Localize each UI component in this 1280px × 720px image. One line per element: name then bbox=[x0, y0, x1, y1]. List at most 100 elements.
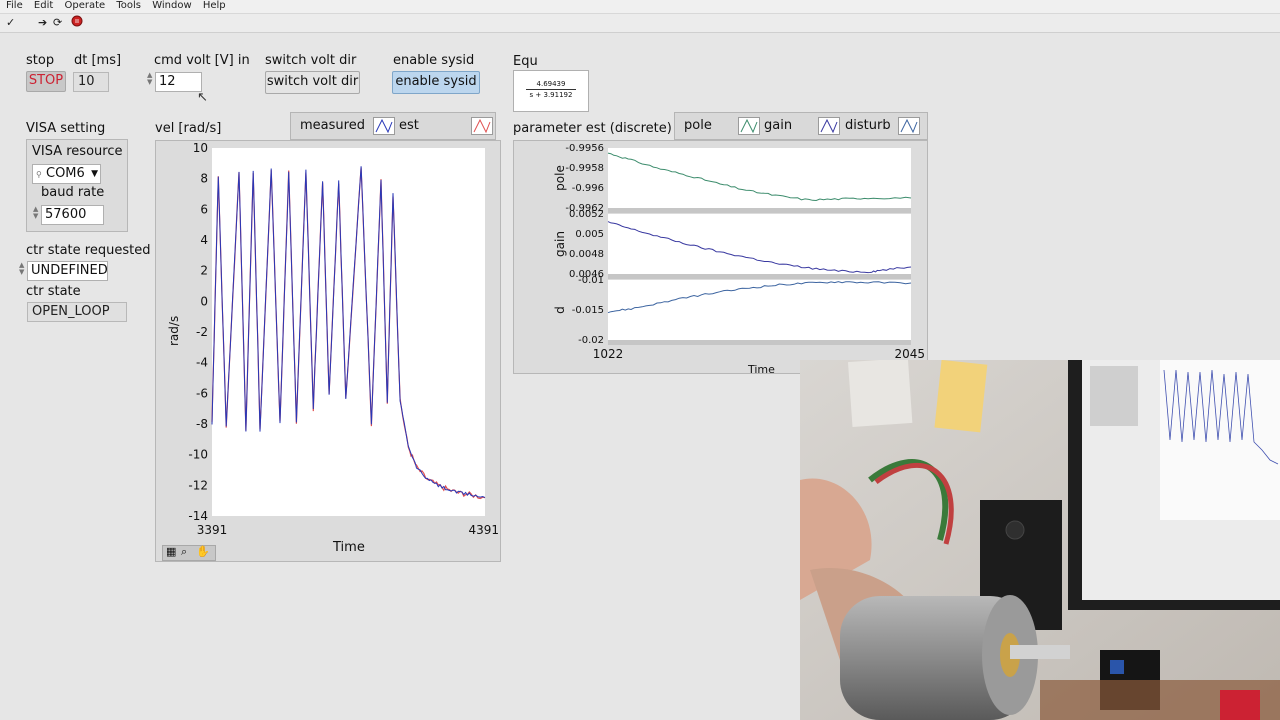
param-y-tick-label: -0.9958 bbox=[565, 163, 604, 174]
legend-pole-label: pole bbox=[684, 118, 712, 133]
ctr-state-label: ctr state bbox=[26, 284, 81, 299]
vel-y-tick-label: -10 bbox=[188, 448, 208, 462]
param-y-tick-label: -0.01 bbox=[578, 275, 604, 286]
zoom-icon[interactable]: ▦ bbox=[166, 545, 176, 558]
param-y-tick-label: 0.005 bbox=[575, 229, 604, 240]
vel-y-tick-label: -2 bbox=[196, 325, 208, 339]
legend-est-swatch-icon[interactable] bbox=[471, 117, 493, 135]
stop-label: stop bbox=[26, 53, 55, 68]
webcam-overlay bbox=[800, 360, 1280, 720]
abort-icon[interactable] bbox=[71, 15, 83, 30]
legend-est-label: est bbox=[399, 118, 419, 133]
param-x-tick-label: 2045 bbox=[894, 347, 925, 361]
param-y-tick-label: 0.0052 bbox=[569, 209, 604, 220]
dt-indicator: 10 bbox=[73, 72, 109, 92]
menu-file[interactable]: File bbox=[6, 0, 23, 12]
param-ylabel-pole: pole bbox=[553, 165, 567, 191]
legend-measured-label: measured bbox=[300, 118, 365, 133]
enable-sysid-button[interactable]: enable sysid bbox=[392, 71, 480, 94]
legend-gain-label: gain bbox=[764, 118, 793, 133]
visa-setting-cluster: VISA resource ⚲ COM6 ▼ baud rate ▲ ▼ 5760… bbox=[26, 139, 128, 232]
ctr-state-requested-input[interactable]: UNDEFINED bbox=[27, 261, 108, 281]
menu-window[interactable]: Window bbox=[152, 0, 191, 12]
param-xlabel: Time bbox=[748, 363, 775, 376]
ctr-state-requested-label: ctr state requested bbox=[26, 243, 151, 258]
toolbar: ✓ ➔ ⟳ bbox=[0, 14, 1280, 33]
param-legend: pole gain disturb bbox=[674, 112, 928, 140]
vel-y-tick-label: 10 bbox=[193, 141, 208, 155]
cmd-volt-input[interactable]: 12 bbox=[155, 72, 202, 92]
webcam-image bbox=[800, 360, 1280, 720]
menu-bar: File Edit Operate Tools Window Help bbox=[0, 0, 1280, 14]
param-chart: -0.9956-0.9958-0.996-0.9962pole0.00520.0… bbox=[553, 143, 925, 361]
menu-edit[interactable]: Edit bbox=[34, 0, 53, 12]
param-graph-label: parameter est (discrete) bbox=[513, 121, 672, 136]
param-y-tick-label: -0.996 bbox=[572, 183, 604, 194]
param-plot-divider bbox=[608, 274, 911, 279]
magnify-icon[interactable]: ⌕ bbox=[181, 545, 187, 559]
param-ylabel-gain: gain bbox=[553, 231, 567, 257]
vel-y-tick-label: 8 bbox=[200, 172, 208, 186]
ctr-req-spin-icon[interactable]: ▲ ▼ bbox=[19, 262, 24, 276]
visa-resource-select[interactable]: ⚲ COM6 ▼ bbox=[32, 164, 101, 184]
visa-resource-label: VISA resource bbox=[32, 144, 123, 159]
ctr-state-indicator: OPEN_LOOP bbox=[27, 302, 127, 322]
vel-y-tick-label: -14 bbox=[188, 509, 208, 523]
vel-plot-area bbox=[212, 148, 485, 516]
legend-gain-swatch-icon[interactable] bbox=[818, 117, 840, 135]
check-icon[interactable]: ✓ bbox=[6, 16, 15, 29]
equ-display: 4.69439 s + 3.91192 bbox=[513, 70, 589, 112]
param-y-tick-label: -0.02 bbox=[578, 335, 604, 346]
vel-x-tick-label: 4391 bbox=[468, 523, 499, 537]
vel-x-tick-label: 3391 bbox=[197, 523, 228, 537]
vel-xlabel: Time bbox=[333, 540, 365, 555]
menu-help[interactable]: Help bbox=[203, 0, 226, 12]
menu-tools[interactable]: Tools bbox=[116, 0, 141, 12]
baud-spin-icon[interactable]: ▲ ▼ bbox=[33, 206, 38, 220]
chevron-down-icon[interactable]: ▼ bbox=[91, 165, 98, 183]
vel-y-tick-label: -6 bbox=[196, 386, 208, 400]
switch-volt-dir-button[interactable]: switch volt dir bbox=[265, 71, 360, 94]
param-y-tick-label: -0.015 bbox=[572, 305, 604, 316]
param-plot-area-d bbox=[608, 280, 911, 340]
vel-y-tick-label: -12 bbox=[188, 478, 208, 492]
mouse-cursor-icon: ↖ bbox=[197, 90, 208, 105]
vel-graph-label: vel [rad/s] bbox=[155, 121, 222, 136]
param-y-tick-label: 0.0048 bbox=[569, 249, 604, 260]
param-y-tick-label: -0.9956 bbox=[565, 143, 604, 154]
equ-denominator: s + 3.91192 bbox=[529, 91, 573, 99]
equ-numerator: 4.69439 bbox=[536, 80, 566, 88]
graph-palette: ▦ ⌕ ✋ bbox=[162, 545, 216, 561]
param-plot-area-gain bbox=[608, 214, 911, 274]
vel-y-tick-label: -8 bbox=[196, 417, 208, 431]
pan-hand-icon[interactable]: ✋ bbox=[196, 545, 210, 558]
legend-disturb-label: disturb bbox=[845, 118, 891, 133]
run-continuous-icon[interactable]: ⟳ bbox=[53, 16, 62, 29]
equ-fraction-bar bbox=[526, 89, 576, 90]
vel-y-tick-label: 6 bbox=[200, 202, 208, 216]
legend-measured-swatch-icon[interactable] bbox=[373, 117, 395, 135]
enable-sysid-label: enable sysid bbox=[393, 53, 475, 68]
cmd-volt-spin-icon[interactable]: ▲ ▼ bbox=[147, 72, 152, 86]
visa-resource-value: COM6 bbox=[46, 166, 85, 181]
menu-operate[interactable]: Operate bbox=[64, 0, 105, 12]
baud-rate-input[interactable]: 57600 bbox=[41, 205, 104, 225]
dt-label: dt [ms] bbox=[74, 53, 122, 68]
legend-disturb-swatch-icon[interactable] bbox=[898, 117, 920, 135]
legend-pole-swatch-icon[interactable] bbox=[738, 117, 760, 135]
baud-rate-label: baud rate bbox=[41, 185, 105, 200]
param-ylabel-d: d bbox=[553, 306, 567, 314]
switch-volt-dir-label: switch volt dir bbox=[265, 53, 357, 68]
stop-button[interactable]: STOP bbox=[26, 71, 66, 92]
param-plot-divider bbox=[608, 208, 911, 213]
visa-icon: ⚲ bbox=[36, 170, 42, 179]
param-plot-divider bbox=[608, 340, 911, 345]
vel-y-tick-label: -4 bbox=[196, 356, 208, 370]
run-arrow-icon[interactable]: ➔ bbox=[38, 16, 47, 29]
vel-y-tick-label: 2 bbox=[200, 264, 208, 278]
vel-y-tick-label: 0 bbox=[200, 294, 208, 308]
param-plot-area-pole bbox=[608, 148, 911, 208]
equ-label: Equ bbox=[513, 54, 538, 69]
vel-chart: 10 8 6 4 2 0 -2 -4 -6 -8 -10 -12 -143391 4391 bbox=[188, 141, 499, 537]
vel-legend: measured est bbox=[290, 112, 496, 140]
